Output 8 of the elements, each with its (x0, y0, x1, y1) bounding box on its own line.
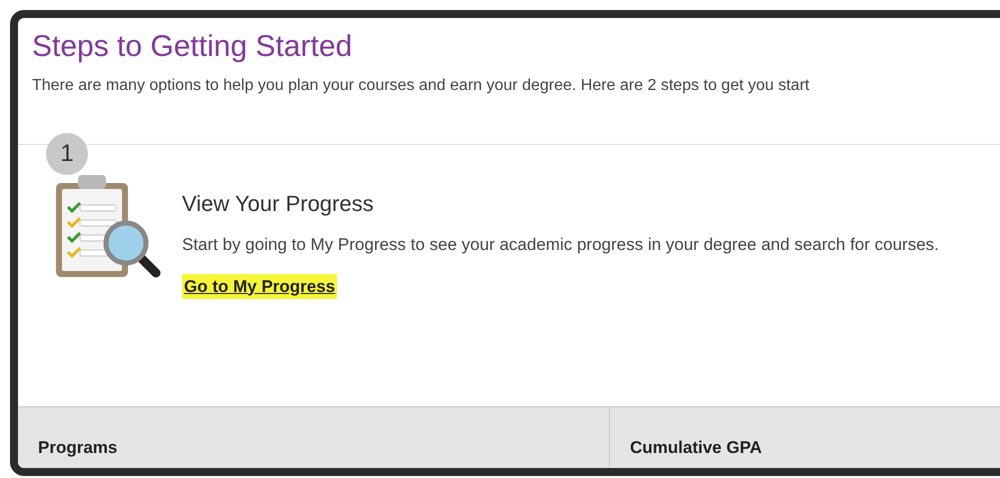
step-heading: View Your Progress (182, 190, 375, 218)
summary-column-heading: Cumulative GPA (630, 436, 762, 458)
step-description: Start by going to My Progress to see your academic progress in your degree and search for courses. (182, 234, 940, 256)
page-title: Steps to Getting Started (32, 29, 354, 65)
progress-link[interactable]: Go to My Progress (182, 274, 338, 299)
summary-column-heading: Programs (38, 436, 118, 459)
intro-text: There are many options to help you plan your courses and earn your degree. Here are 2 steps to get you start (32, 76, 810, 96)
step-number-badge: 1 (46, 132, 88, 174)
